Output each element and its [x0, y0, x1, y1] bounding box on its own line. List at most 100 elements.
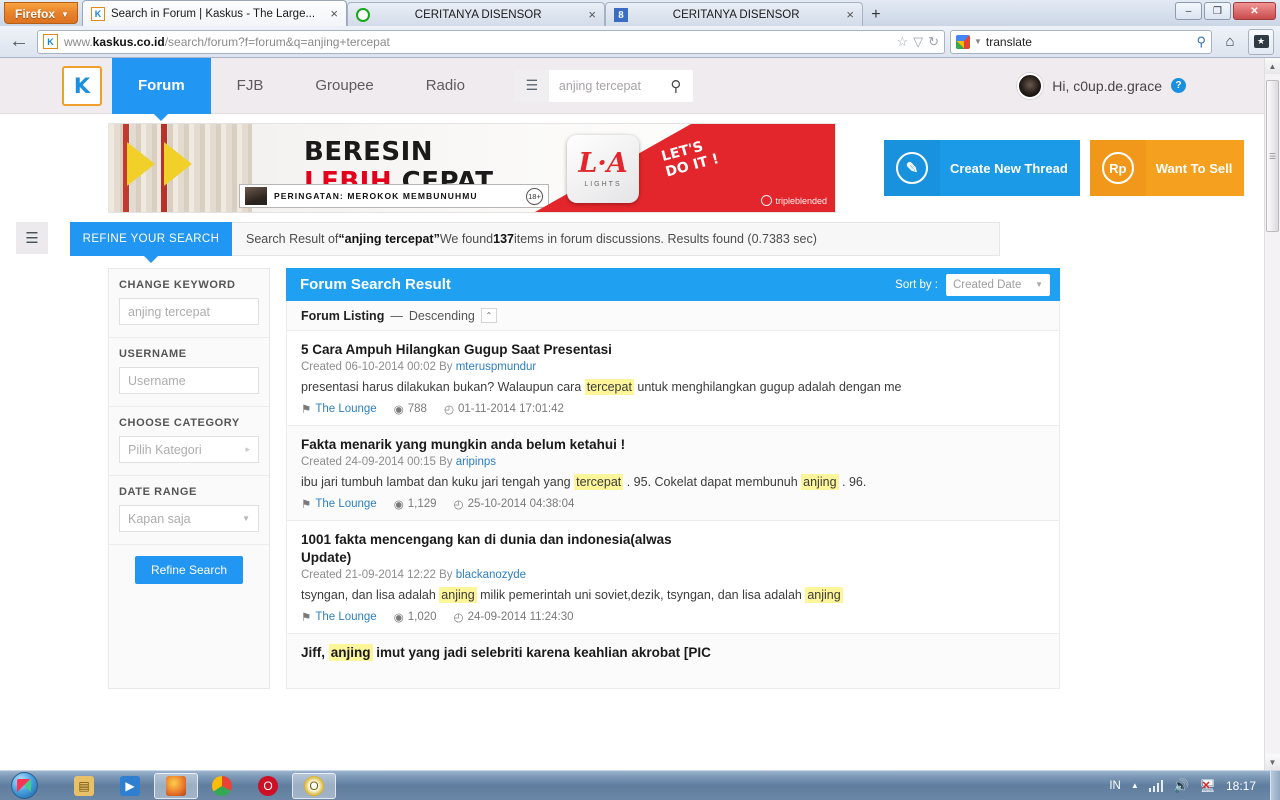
- scroll-up-arrow-icon[interactable]: ▲: [1265, 58, 1280, 74]
- nav-item-fjb[interactable]: FJB: [211, 58, 290, 114]
- snippet-highlight: anjing: [439, 587, 477, 603]
- result-title[interactable]: Jiff, anjing imut yang jadi selebriti ka…: [301, 644, 1045, 662]
- top-advertisement[interactable]: BERESIN LEBIH CEPAT PERINGATAN: MEROKOK …: [108, 123, 836, 213]
- nav-item-forum[interactable]: Forum: [112, 58, 211, 121]
- nav-item-groupee[interactable]: Groupee: [289, 58, 399, 114]
- magnifier-icon[interactable]: ⚲: [1196, 34, 1206, 50]
- table-row[interactable]: 1001 fakta mencengang kan di dunia dan i…: [286, 521, 1060, 634]
- browser-search-input[interactable]: translate: [986, 35, 1193, 49]
- sort-direction-toggle[interactable]: ⌃: [480, 308, 497, 323]
- bookmarks-icon[interactable]: ★: [1248, 28, 1274, 55]
- rupiah-icon: Rp: [1089, 140, 1146, 196]
- date-text: 01-11-2014 17:01:42: [457, 403, 564, 415]
- magnifier-icon[interactable]: ⚲: [659, 70, 693, 102]
- result-category[interactable]: ⚑ The Lounge: [301, 610, 377, 624]
- tag-icon: ⚑: [301, 404, 312, 416]
- taskbar-explorer[interactable]: ▤: [62, 773, 106, 799]
- page-scrollbar[interactable]: ▲ ☰ ▼: [1264, 58, 1280, 770]
- scroll-down-arrow-icon[interactable]: ▼: [1265, 754, 1280, 770]
- tab-ceritanya-disensor-2[interactable]: 8 CERITANYA DISENSOR ×: [604, 2, 863, 26]
- snippet-mid: . 95. Cokelat dapat membunuh: [623, 475, 802, 489]
- result-author[interactable]: aripinps: [456, 456, 496, 468]
- language-indicator[interactable]: IN: [1109, 780, 1121, 792]
- taskbar-firefox[interactable]: [154, 772, 198, 799]
- want-to-sell-button[interactable]: Rp Want To Sell: [1089, 140, 1245, 196]
- bookmark-star-icon[interactable]: ☆: [896, 34, 908, 50]
- network-error-icon[interactable]: 🖥 ✕: [1199, 778, 1216, 794]
- maximize-button[interactable]: ❐: [1204, 2, 1231, 20]
- address-bar[interactable]: K www.kaskus.co.id/search/forum?f=forum&…: [37, 29, 945, 54]
- chevron-down-icon[interactable]: ▽: [913, 34, 923, 50]
- result-author[interactable]: mteruspmundur: [456, 361, 537, 373]
- close-icon[interactable]: ×: [328, 7, 340, 20]
- date-range-select[interactable]: Kapan saja ▼: [119, 505, 259, 532]
- signal-icon[interactable]: [1148, 779, 1164, 792]
- refine-button-wrap: Refine Search: [109, 545, 269, 597]
- start-button[interactable]: [0, 771, 48, 800]
- table-row[interactable]: Fakta menarik yang mungkin anda belum ke…: [286, 426, 1060, 521]
- result-title[interactable]: 1001 fakta mencengang kan di dunia dan i…: [301, 531, 721, 567]
- close-icon[interactable]: ×: [844, 8, 856, 21]
- result-title[interactable]: 5 Cara Ampuh Hilangkan Gugup Saat Presen…: [301, 341, 1045, 359]
- tab-ceritanya-disensor-1[interactable]: CERITANYA DISENSOR ×: [346, 2, 605, 26]
- new-tab-button[interactable]: +: [863, 4, 889, 26]
- sort-value: Created Date: [953, 278, 1022, 291]
- reload-icon[interactable]: ↻: [928, 34, 939, 50]
- taskbar-opera[interactable]: O: [246, 773, 290, 799]
- firefox-menu-button[interactable]: Firefox ▼: [4, 2, 78, 24]
- help-icon[interactable]: ?: [1171, 78, 1186, 93]
- show-hidden-icons[interactable]: ▲: [1131, 781, 1139, 790]
- page-viewport: K Forum FJB Groupee Radio ☰ anjing terce…: [0, 58, 1280, 770]
- ad-sponsor-text: tripleblended: [775, 195, 827, 206]
- scrollbar-thumb[interactable]: ☰: [1266, 80, 1279, 232]
- site-search-input[interactable]: anjing tercepat: [549, 79, 659, 93]
- kaskus-favicon: K: [90, 6, 105, 21]
- chevron-down-icon[interactable]: ▼: [974, 37, 982, 46]
- volume-icon[interactable]: 🔊: [1173, 778, 1189, 794]
- taskbar-media-player[interactable]: ▶: [108, 773, 152, 799]
- kaskus-logo-icon[interactable]: K: [62, 65, 102, 106]
- result-date: ◴ 25-10-2014 04:38:04: [454, 497, 575, 511]
- category-label: The Lounge: [315, 611, 377, 623]
- result-author[interactable]: blackanozyde: [456, 569, 526, 581]
- list-view-toggle[interactable]: ☰: [16, 222, 48, 254]
- sort-by-select[interactable]: Created Date ▼: [946, 273, 1050, 296]
- tab-kaskus-search[interactable]: K Search in Forum | Kaskus - The Large..…: [81, 0, 347, 26]
- avatar[interactable]: [1017, 72, 1044, 99]
- nav-item-radio[interactable]: Radio: [400, 58, 491, 114]
- ad-brand-logo: L·A LIGHTS: [567, 135, 639, 203]
- taskbar-chrome[interactable]: [200, 773, 244, 799]
- create-new-thread-button[interactable]: ✎ Create New Thread: [884, 140, 1080, 196]
- minimize-button[interactable]: –: [1175, 2, 1202, 20]
- close-window-button[interactable]: ✕: [1233, 2, 1276, 20]
- date-text: 24-09-2014 11:24:30: [467, 611, 574, 623]
- tab-title: CERITANYA DISENSOR: [414, 8, 542, 21]
- table-row[interactable]: Jiff, anjing imut yang jadi selebriti ka…: [286, 634, 1060, 689]
- show-desktop-button[interactable]: [1270, 770, 1280, 800]
- browser-search-box[interactable]: ▼ translate ⚲: [950, 29, 1212, 54]
- eye-icon: ◉: [393, 404, 404, 416]
- result-category[interactable]: ⚑ The Lounge: [301, 497, 377, 511]
- clock[interactable]: 18:17: [1226, 779, 1256, 793]
- tab-strip: Firefox ▼ K Search in Forum | Kaskus - T…: [0, 0, 1280, 26]
- site-header: K Forum FJB Groupee Radio ☰ anjing terce…: [0, 58, 1264, 121]
- change-keyword-input[interactable]: anjing tercepat: [119, 298, 259, 325]
- username-input[interactable]: Username: [119, 367, 259, 394]
- back-button[interactable]: ←: [6, 29, 32, 55]
- choose-category-select[interactable]: Pilih Kategori ▸: [119, 436, 259, 463]
- warning-photo-icon: [245, 187, 267, 205]
- refine-your-search-tab[interactable]: REFINE YOUR SEARCH: [70, 222, 232, 263]
- close-icon[interactable]: ×: [586, 8, 598, 21]
- windows-taskbar: ▤ ▶ O O IN ▲ 🔊 🖥 ✕ 18:17: [0, 770, 1280, 800]
- explorer-icon: ▤: [74, 775, 94, 796]
- user-menu[interactable]: Hi, c0up.de.grace ?: [1017, 72, 1186, 99]
- taskbar-opera-alt[interactable]: O: [292, 772, 336, 799]
- tabs-container: K Search in Forum | Kaskus - The Large..…: [81, 0, 889, 26]
- snippet-highlight: anjing: [801, 474, 839, 490]
- result-category[interactable]: ⚑ The Lounge: [301, 402, 377, 416]
- home-icon[interactable]: ⌂: [1217, 29, 1243, 55]
- table-row[interactable]: 5 Cara Ampuh Hilangkan Gugup Saat Presen…: [286, 331, 1060, 426]
- list-icon[interactable]: ☰: [514, 69, 549, 102]
- result-title[interactable]: Fakta menarik yang mungkin anda belum ke…: [301, 436, 1045, 454]
- refine-search-button[interactable]: Refine Search: [134, 556, 244, 584]
